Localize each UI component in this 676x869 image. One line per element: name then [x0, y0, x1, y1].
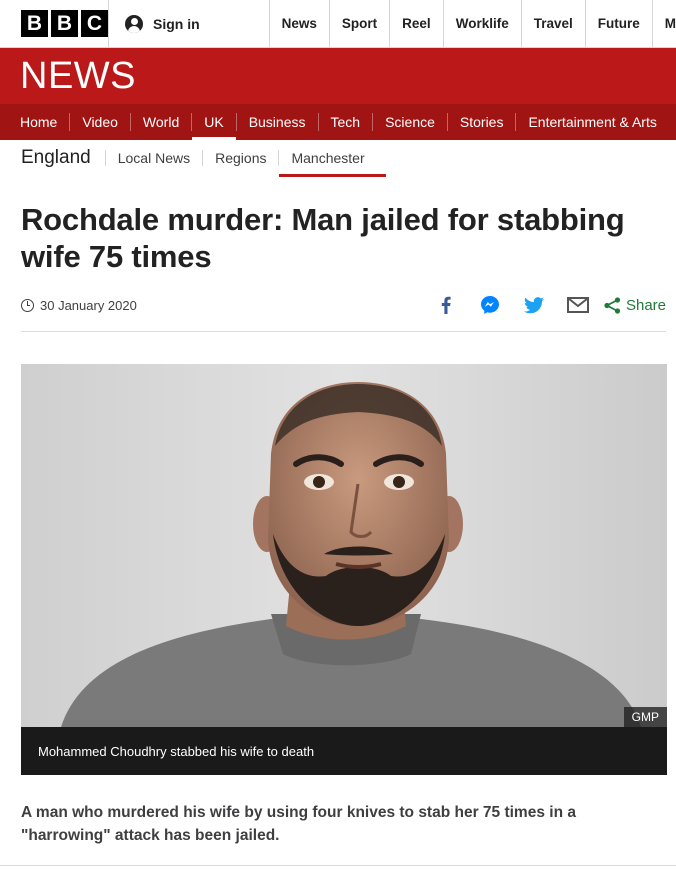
section-nav-stories[interactable]: Stories: [446, 113, 516, 131]
share-label: Share: [625, 296, 666, 314]
bbc-global-header: B B C Sign in News Sport Reel Worklife T…: [0, 0, 676, 48]
global-nav-travel[interactable]: Travel: [522, 0, 586, 47]
article-figure: GMP Mohammed Choudhry stabbed his wife t…: [21, 364, 667, 775]
article-date: 30 January 2020: [21, 298, 137, 313]
section-nav-entertainment-arts[interactable]: Entertainment & Arts: [515, 113, 668, 131]
bbc-logo-letter: C: [81, 10, 108, 37]
global-nav-worklife[interactable]: Worklife: [444, 0, 522, 47]
image-caption: Mohammed Choudhry stabbed his wife to de…: [21, 727, 667, 775]
article-headline: Rochdale murder: Man jailed for stabbing…: [21, 202, 625, 274]
facebook-icon[interactable]: [424, 290, 468, 320]
messenger-icon[interactable]: [468, 290, 512, 320]
sub-nav-manchester[interactable]: Manchester: [278, 150, 386, 177]
share-button[interactable]: Share: [604, 297, 666, 314]
meta-divider: [21, 331, 666, 332]
share-tools: Share: [424, 290, 666, 320]
section-nav-business[interactable]: Business: [235, 113, 318, 131]
section-nav-world[interactable]: World: [129, 113, 191, 131]
mugshot-image: [21, 364, 667, 727]
sub-nav-local-news[interactable]: Local News: [104, 150, 202, 166]
section-nav-uk[interactable]: UK: [191, 113, 237, 140]
article-photo: GMP: [21, 364, 667, 727]
sub-nav: England Local News Regions Manchester: [0, 140, 676, 177]
image-credit: GMP: [623, 707, 667, 727]
email-icon[interactable]: [556, 290, 600, 320]
global-nav-reel[interactable]: Reel: [390, 0, 444, 47]
section-nav-home[interactable]: Home: [8, 113, 69, 131]
sign-in-link[interactable]: Sign in: [109, 0, 270, 47]
article-date-text: 30 January 2020: [40, 297, 137, 313]
global-nav: News Sport Reel Worklife Travel Future M: [270, 0, 676, 47]
user-icon: [125, 14, 143, 33]
section-nav-video[interactable]: Video: [69, 113, 130, 131]
news-masthead: NEWS: [0, 48, 676, 104]
section-nav: Home Video World UK Business Tech Scienc…: [0, 104, 676, 140]
section-nav-science[interactable]: Science: [372, 113, 447, 131]
global-nav-news[interactable]: News: [270, 0, 330, 47]
twitter-icon[interactable]: [512, 290, 556, 320]
article-meta: 30 January 2020 Share: [21, 290, 666, 320]
global-nav-future[interactable]: Future: [586, 0, 653, 47]
bbc-logo-letter: B: [51, 10, 78, 37]
section-nav-tech[interactable]: Tech: [317, 113, 373, 131]
sub-nav-regions[interactable]: Regions: [202, 150, 278, 166]
sub-nav-section-england[interactable]: England: [21, 147, 91, 169]
share-icon: [604, 296, 621, 314]
article-intro: A man who murdered his wife by using fou…: [21, 804, 576, 844]
news-logo[interactable]: NEWS: [20, 55, 136, 98]
bottom-divider: [0, 865, 676, 866]
bbc-logo-letter: B: [21, 10, 48, 37]
sign-in-label: Sign in: [153, 15, 200, 32]
global-nav-sport[interactable]: Sport: [330, 0, 391, 47]
bbc-logo[interactable]: B B C: [0, 0, 109, 47]
clock-icon: [21, 298, 34, 312]
global-nav-more[interactable]: M: [653, 0, 676, 47]
